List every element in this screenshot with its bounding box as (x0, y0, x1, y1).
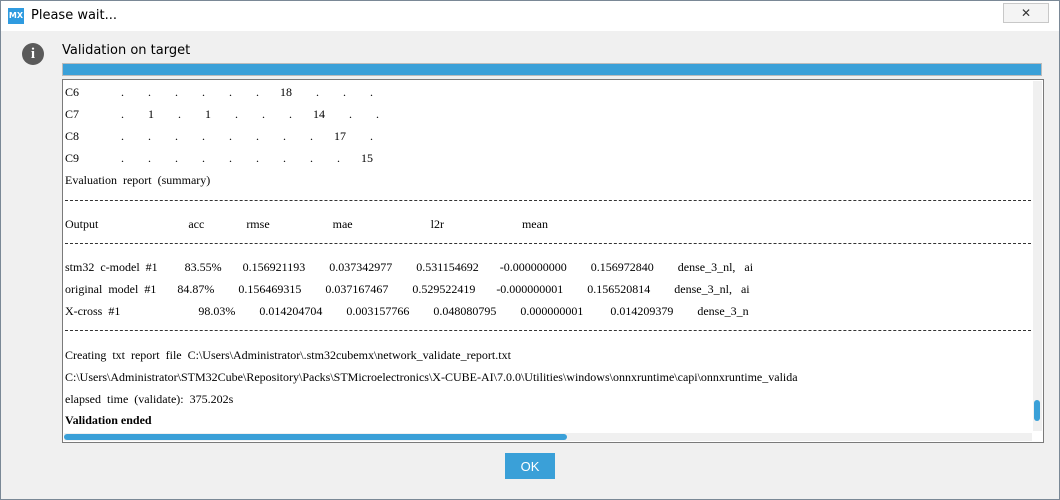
validation-log-output[interactable]: C6 . . . . . . 18 . . . C7 . 1 . 1 . . .… (62, 79, 1044, 443)
window-title: Please wait... (31, 8, 118, 23)
ok-button[interactable]: OK (505, 453, 555, 479)
report-title: Evaluation report (summary) (65, 173, 211, 187)
please-wait-dialog: MX Please wait... ✕ i Validation on targ… (0, 0, 1060, 500)
close-icon: ✕ (1020, 6, 1032, 20)
progress-bar-fill (63, 64, 1041, 75)
confusion-matrix-row: C9 . . . . . . . . . 15 (65, 151, 374, 165)
log-line: C:\Users\Administrator\STM32Cube\Reposit… (65, 370, 798, 384)
dialog-heading: Validation on target (62, 43, 191, 58)
log-line: elapsed time (validate): 375.202s (65, 392, 234, 406)
info-icon: i (22, 43, 44, 65)
vertical-scrollbar[interactable] (1033, 81, 1042, 431)
report-header-row: Output acc rmse mae l2r mean (65, 217, 548, 231)
report-result-row: original model #1 84.87% 0.156469315 0.0… (65, 282, 750, 296)
title-bar: MX Please wait... ✕ (1, 1, 1059, 31)
separator-line (65, 330, 1031, 331)
separator-line (65, 243, 1031, 244)
dialog-content: i Validation on target C6 . . . . . . 18… (1, 31, 1059, 499)
log-line: Creating txt report file C:\Users\Admini… (65, 348, 511, 362)
separator-line (65, 200, 1031, 201)
validation-progress-bar (62, 63, 1042, 76)
vertical-scrollbar-thumb[interactable] (1034, 400, 1040, 421)
stm32cubemx-app-icon: MX (8, 8, 24, 24)
confusion-matrix-row: C7 . 1 . 1 . . . 14 . . (65, 107, 380, 121)
horizontal-scrollbar-thumb[interactable] (64, 434, 567, 440)
report-result-row: stm32 c-model #1 83.55% 0.156921193 0.03… (65, 260, 754, 274)
report-result-row: X-cross #1 98.03% 0.014204704 0.00315776… (65, 304, 749, 318)
close-button[interactable]: ✕ (1003, 3, 1049, 23)
confusion-matrix-row: C6 . . . . . . 18 . . . (65, 85, 374, 99)
confusion-matrix-row: C8 . . . . . . . . 17 . (65, 129, 374, 143)
validation-ended-line: Validation ended (65, 413, 152, 427)
horizontal-scrollbar[interactable] (64, 433, 1032, 441)
